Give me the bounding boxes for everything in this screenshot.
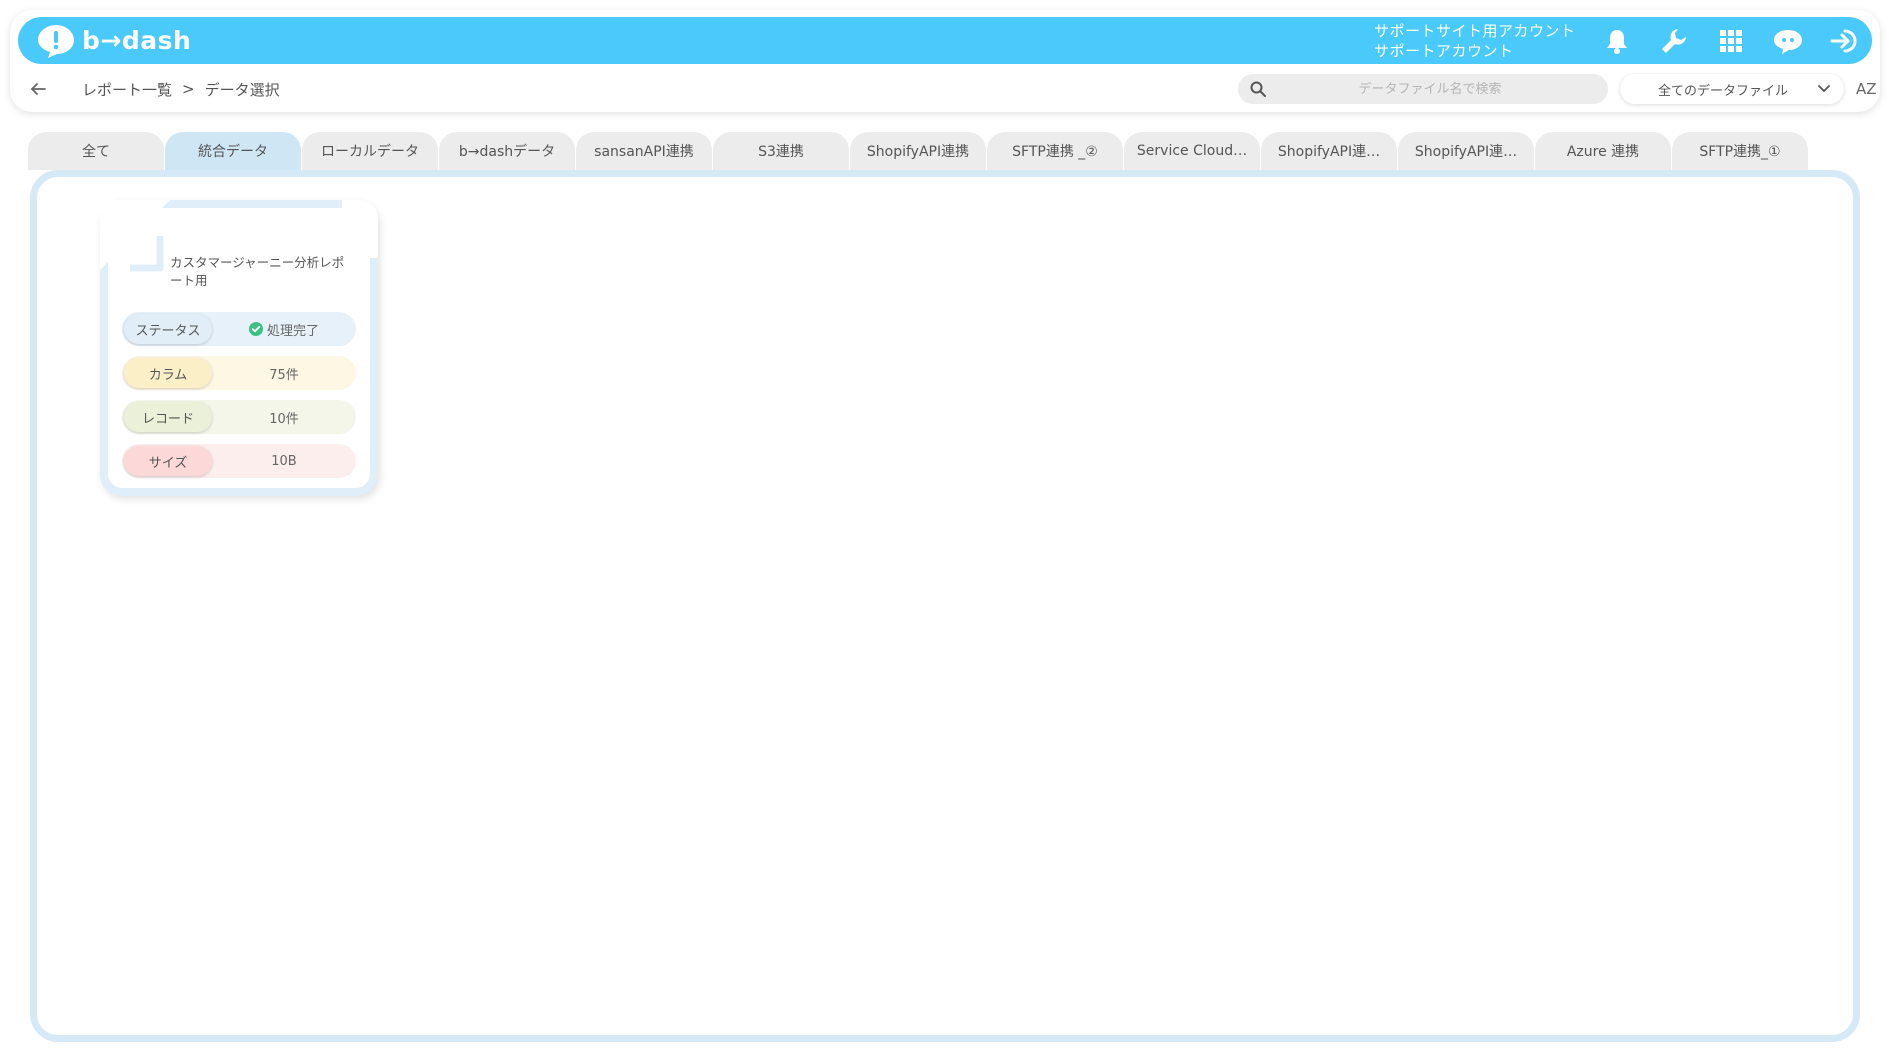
speech-bubble-logo-icon [38,24,74,58]
filter-selected-value: 全てのデータファイル [1658,83,1789,99]
tab-sftp-2[interactable]: SFTP連携 _② [987,132,1123,170]
sort-az-button[interactable]: AZ [1856,74,1877,104]
check-circle-icon [248,322,263,336]
chevron-down-icon [1818,85,1830,93]
sort-az-icon: AZ [1856,80,1877,98]
tab-shopify-api-1[interactable]: ShopifyAPI連携 [850,132,986,170]
tab-all[interactable]: 全て [28,132,164,170]
data-file-filter-select[interactable]: 全てのデータファイル [1620,74,1844,104]
search-icon [1250,81,1266,97]
card-top-tab [342,200,378,258]
record-label: レコード [124,402,212,432]
tab-integrated-data[interactable]: 統合データ [165,132,301,170]
tab-sftp-1[interactable]: SFTP連携_① [1672,132,1808,170]
column-value: 75件 [269,367,299,383]
grid-icon[interactable] [1702,29,1759,52]
column-label: カラム [124,358,212,388]
back-arrow-icon[interactable] [30,82,56,96]
status-value: 処理完了 [212,320,356,339]
header-icons [1588,17,1873,64]
chat-bot-icon[interactable] [1759,27,1816,55]
column-row: カラム 75件 [122,356,356,390]
size-row: サイズ 10B [122,444,356,478]
top-navigation-bar: b→dash サポートサイト用アカウント サポートアカウント [18,17,1872,64]
record-value: 10件 [269,411,299,427]
bell-icon[interactable] [1588,28,1645,54]
tab-local-data[interactable]: ローカルデータ [302,132,438,170]
account-name: サポートサイト用アカウント [1374,22,1576,40]
tab-azure[interactable]: Azure 連携 [1535,132,1671,170]
logo-text: b→dash [82,26,192,55]
file-fold-icon [130,236,164,272]
card-stats: ステータス 処理完了 カラム 75件 レコード 10件 サイズ 10B [122,312,356,488]
status-value-text: 処理完了 [266,323,319,339]
status-row: ステータス 処理完了 [122,312,356,346]
breadcrumb: レポート一覧 > データ選択 [82,79,280,100]
tab-sansan-api[interactable]: sansanAPI連携 [576,132,712,170]
account-info[interactable]: サポートサイト用アカウント サポートアカウント [1374,21,1576,61]
wrench-icon[interactable] [1645,27,1702,55]
record-row: レコード 10件 [122,400,356,434]
card-title: カスタマージャーニー分析レポート用 [170,255,345,288]
size-label: サイズ [124,446,212,476]
breadcrumb-separator: > [182,80,195,98]
account-role: サポートアカウント [1374,42,1514,60]
tab-bdash-data[interactable]: b→dashデータ [439,132,575,170]
data-source-tabs: 全て 統合データ ローカルデータ b→dashデータ sansanAPI連携 S… [28,130,1809,170]
tab-shopify-api-3[interactable]: ShopifyAPI連… [1398,132,1534,170]
search-box [1238,74,1608,104]
breadcrumb-report-list[interactable]: レポート一覧 [82,79,172,100]
size-value: 10B [271,453,297,469]
sub-toolbar: レポート一覧 > データ選択 全てのデータファイル AZ [30,74,1877,104]
logout-icon[interactable] [1816,27,1873,55]
tab-shopify-api-2[interactable]: ShopifyAPI連… [1261,132,1397,170]
status-label: ステータス [124,314,212,344]
search-input[interactable] [1280,81,1580,97]
breadcrumb-current: データ選択 [204,80,280,99]
tab-service-cloud[interactable]: Service Cloud… [1124,132,1260,170]
data-file-card[interactable]: カスタマージャーニー分析レポート用 ステータス 処理完了 カラム 75件 レコー… [100,200,378,496]
bdash-logo[interactable]: b→dash [36,23,191,59]
tab-s3[interactable]: S3連携 [713,132,849,170]
